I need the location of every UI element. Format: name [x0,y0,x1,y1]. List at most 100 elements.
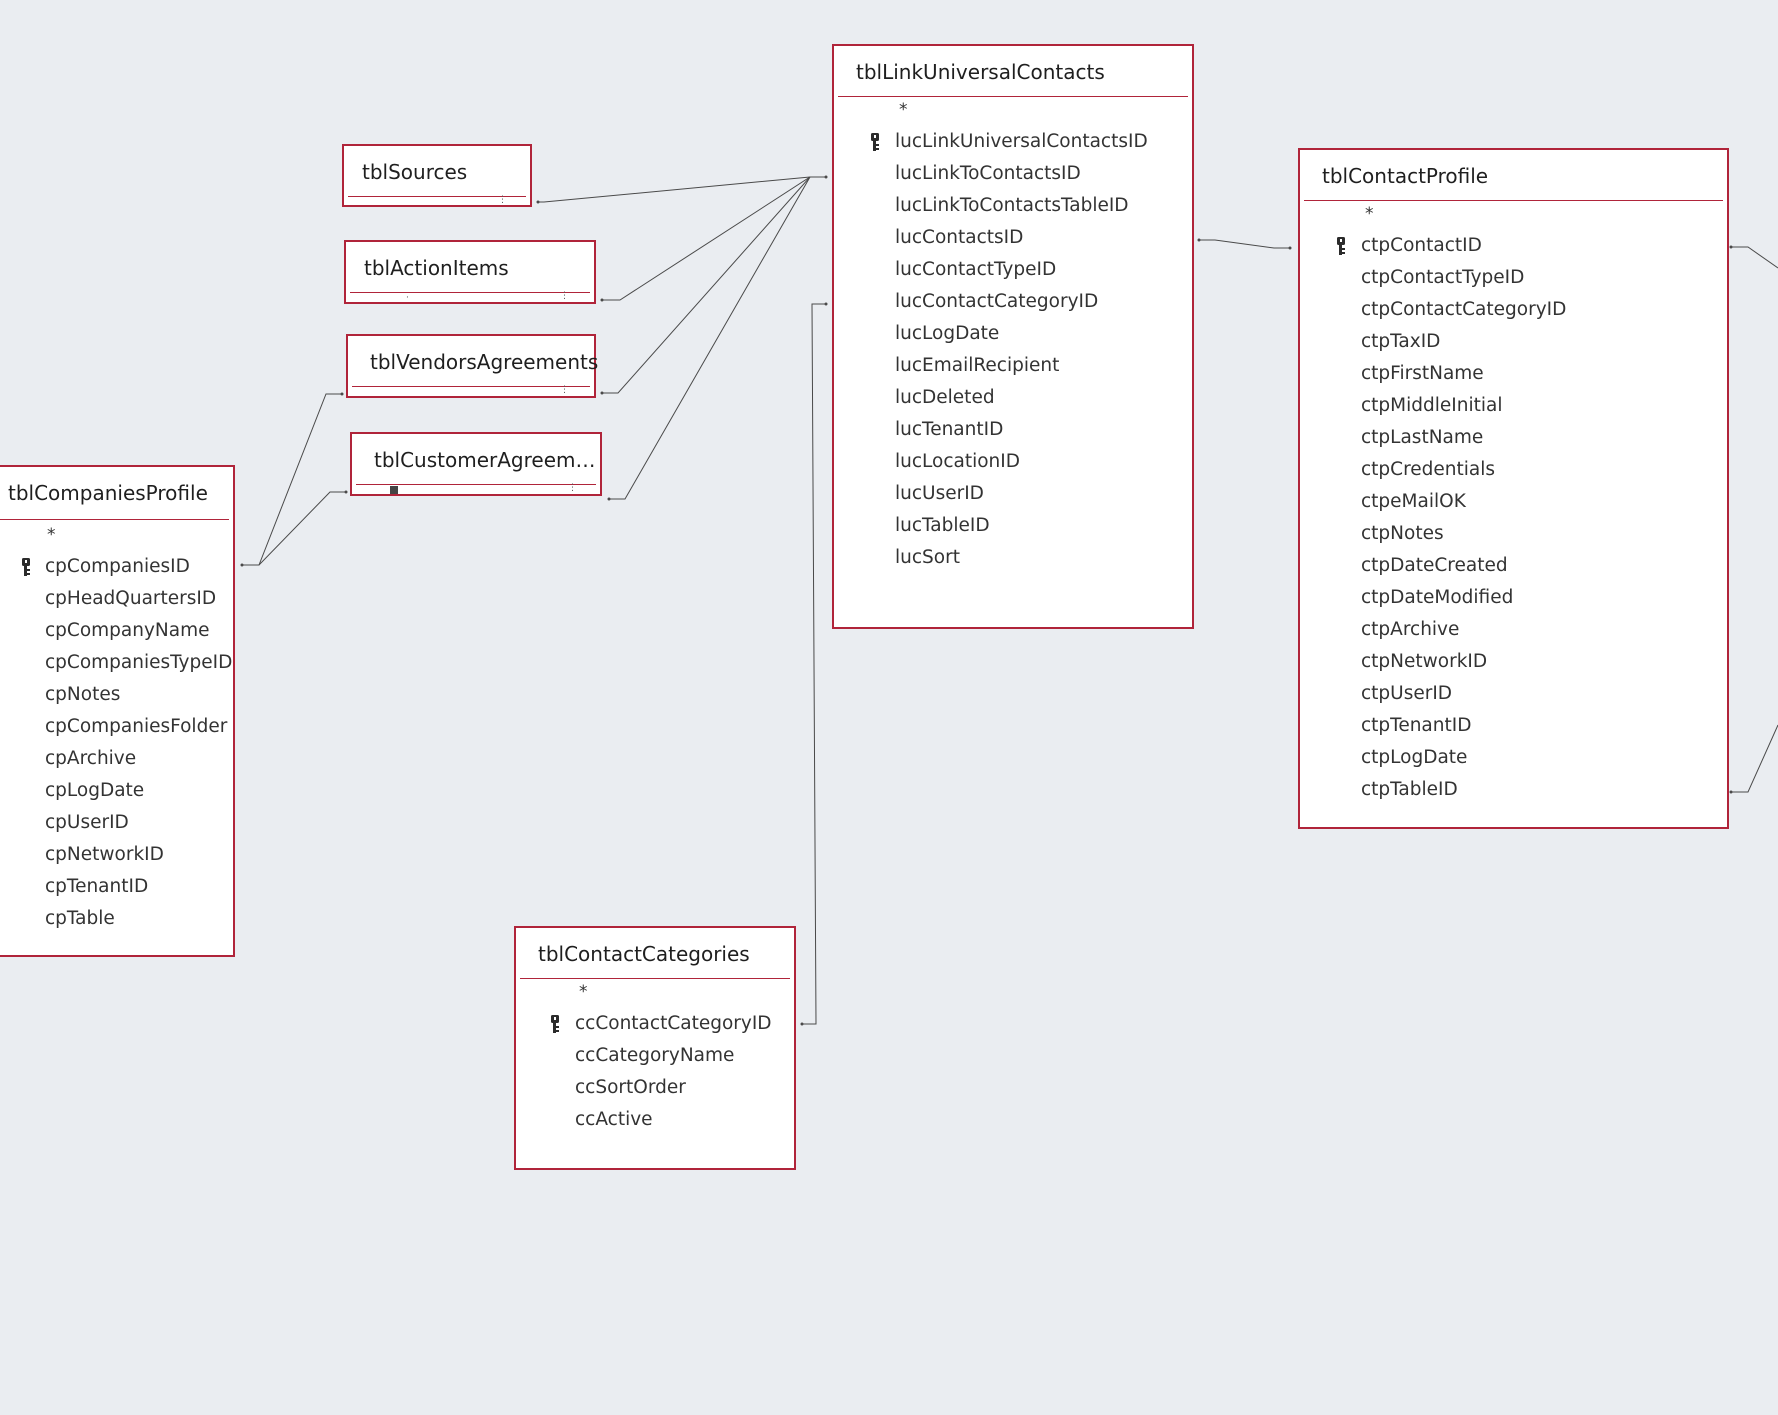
field-name: ctpFirstName [1361,363,1484,384]
field-name: ctpDateCreated [1361,555,1508,576]
field-row[interactable]: cpNetworkID [0,839,233,871]
field-row[interactable]: ctpArchive [1300,614,1727,646]
field-name: ctpContactTypeID [1361,267,1525,288]
field-row[interactable]: lucLocationID [834,446,1192,478]
field-name: ctpArchive [1361,619,1460,640]
field-row[interactable]: lucEmailRecipient [834,350,1192,382]
field-name: ccSortOrder [575,1077,686,1098]
resize-handle-icon: ⋮ [498,195,507,205]
field-name: lucContactTypeID [895,259,1057,280]
field-row[interactable]: ctpNotes [1300,518,1727,550]
field-name: ctpeMailOK [1361,491,1466,512]
field-name: ccCategoryName [575,1045,735,1066]
table-contact-categories[interactable]: tblContactCategories * ccContactCategoryI… [514,926,796,1170]
table-customer-agreements[interactable]: tblCustomerAgreemen... ⋮ [350,432,602,496]
all-fields-row[interactable]: * [834,94,1192,126]
field-row[interactable]: cpCompanyName [0,615,233,647]
field-row[interactable]: lucLinkUniversalContactsID [834,126,1192,158]
all-fields-row[interactable]: * [1300,198,1727,230]
field-row[interactable]: ctpLogDate [1300,742,1727,774]
field-name: cpUserID [45,812,129,833]
field-row[interactable]: lucContactCategoryID [834,286,1192,318]
field-row[interactable]: ctpLastName [1300,422,1727,454]
field-name: cpTable [45,908,115,929]
field-row[interactable]: lucSort [834,542,1192,574]
field-row[interactable]: cpTable [0,903,233,935]
table-link-universal-contacts[interactable]: tblLinkUniversalContacts * lucLinkUnivers… [832,44,1194,629]
table-title[interactable]: tblSources [362,160,467,184]
field-row[interactable]: ctpDateModified [1300,582,1727,614]
field-row[interactable]: ctpMiddleInitial [1300,390,1727,422]
field-row[interactable]: ctpDateCreated [1300,550,1727,582]
field-row[interactable]: lucContactTypeID [834,254,1192,286]
table-companies-profile[interactable]: tblCompaniesProfile * cpCompaniesID cpHead… [0,465,235,957]
table-title[interactable]: tblLinkUniversalContacts [856,60,1105,84]
field-row[interactable]: cpLogDate [0,775,233,807]
primary-key-icon [551,1015,559,1033]
all-fields-row[interactable]: * [0,519,233,551]
field-row[interactable]: cpUserID [0,807,233,839]
field-row[interactable]: lucTenantID [834,414,1192,446]
table-action-items[interactable]: tblActionItems · ⋮ [344,240,596,304]
field-row[interactable]: lucContactsID [834,222,1192,254]
field-row[interactable]: lucUserID [834,478,1192,510]
relationship-canvas[interactable]: tblSources ⋮ tblActionItems · ⋮ tblVendo… [0,0,1778,1415]
field-name: cpTenantID [45,876,149,897]
field-row[interactable]: ccActive [516,1104,794,1136]
field-row[interactable]: cpCompaniesTypeID [0,647,233,679]
field-list: * cpCompaniesID cpHeadQuartersID cpCompanyN… [0,519,233,935]
field-row[interactable]: ctpeMailOK [1300,486,1727,518]
relationship-line [602,176,826,301]
field-row[interactable]: ctpTableID [1300,774,1727,806]
field-row[interactable]: ctpContactID [1300,230,1727,262]
field-row[interactable]: ctpCredentials [1300,454,1727,486]
field-name: lucDeleted [895,387,995,408]
field-name: ctpNotes [1361,523,1444,544]
table-title[interactable]: tblCompaniesProfile [8,481,208,505]
field-name: ctpContactID [1361,235,1482,256]
resize-handle-icon: ⋮ [568,483,577,493]
field-row[interactable]: lucLinkToContactsID [834,158,1192,190]
field-row[interactable]: cpCompaniesID [0,551,233,583]
field-row[interactable]: ctpContactCategoryID [1300,294,1727,326]
table-title[interactable]: tblContactCategories [538,942,750,966]
field-row[interactable]: cpHeadQuartersID [0,583,233,615]
field-row[interactable]: ctpContactTypeID [1300,262,1727,294]
field-row[interactable]: cpTenantID [0,871,233,903]
table-title[interactable]: tblCustomerAgreemen... [374,448,598,472]
field-row[interactable]: lucTableID [834,510,1192,542]
table-contact-profile[interactable]: tblContactProfile * ctpContactID ctpContac… [1298,148,1729,829]
field-row[interactable]: cpArchive [0,743,233,775]
all-fields-marker: * [899,100,908,120]
field-name: ctpTaxID [1361,331,1441,352]
field-row[interactable]: lucLogDate [834,318,1192,350]
field-name: ctpUserID [1361,683,1453,704]
field-name: ccContactCategoryID [575,1013,772,1034]
table-title[interactable]: tblContactProfile [1322,164,1488,188]
all-fields-row[interactable]: * [516,976,794,1008]
field-row[interactable]: ccContactCategoryID [516,1008,794,1040]
field-name: cpCompaniesID [45,556,190,577]
table-sources[interactable]: tblSources ⋮ [342,144,532,207]
field-row[interactable]: ccCategoryName [516,1040,794,1072]
field-row[interactable]: lucDeleted [834,382,1192,414]
title-divider [350,292,590,293]
field-row[interactable]: cpCompaniesFolder [0,711,233,743]
table-vendors-agreements[interactable]: tblVendorsAgreements ⋮ [346,334,598,398]
field-row[interactable]: ctpUserID [1300,678,1727,710]
field-row[interactable]: ctpFirstName [1300,358,1727,390]
field-row[interactable]: ctpTaxID [1300,326,1727,358]
table-title[interactable]: tblVendorsAgreements [370,350,598,374]
relationship-line [1731,724,1778,793]
field-row[interactable]: ctpTenantID [1300,710,1727,742]
primary-key-icon [22,558,30,576]
field-row[interactable]: lucLinkToContactsTableID [834,190,1192,222]
field-name: ctpContactCategoryID [1361,299,1567,320]
field-name: cpCompaniesFolder [45,716,228,737]
field-row[interactable]: ccSortOrder [516,1072,794,1104]
field-name: lucSort [895,547,960,568]
field-row[interactable]: ctpNetworkID [1300,646,1727,678]
field-row[interactable]: cpNotes [0,679,233,711]
relationship-line [538,176,826,203]
table-title[interactable]: tblActionItems [364,256,509,280]
